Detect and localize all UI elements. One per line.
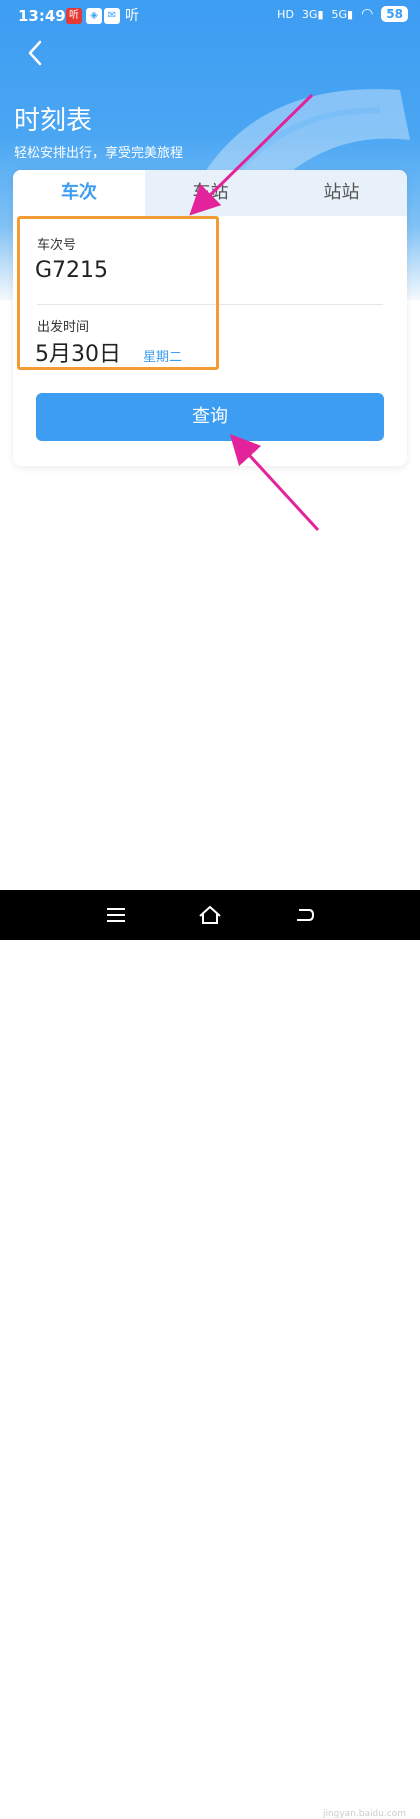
tab-bar: 车次 车站 站站 bbox=[13, 170, 407, 216]
app-notification-icon: ◈ bbox=[86, 8, 102, 24]
watermark-logo: Bai经验 bbox=[352, 1786, 410, 1805]
system-nav-bar: Bai经验 jingyan.baidu.com bbox=[0, 890, 420, 1819]
status-right: HD 3G▮ 5G▮ ◠ 58 bbox=[277, 6, 408, 22]
app-notification-icon: 听 bbox=[125, 8, 139, 24]
annotation-highlight-box bbox=[17, 216, 219, 370]
query-button[interactable]: 查询 bbox=[36, 393, 384, 441]
menu-icon[interactable] bbox=[103, 902, 129, 928]
home-icon[interactable] bbox=[197, 902, 223, 928]
hd-icon: HD bbox=[277, 7, 294, 21]
watermark-url: jingyan.baidu.com bbox=[322, 1809, 406, 1819]
tab-station-to-station[interactable]: 站站 bbox=[276, 170, 407, 216]
wifi-icon: ◠ bbox=[361, 6, 374, 22]
tab-train-number[interactable]: 车次 bbox=[13, 170, 145, 216]
signal-3g-icon: 3G▮ bbox=[301, 7, 324, 21]
status-bar: 13:49 听 ◈ ✉ 听 HD 3G▮ 5G▮ ◠ 58 bbox=[0, 0, 420, 32]
battery-indicator: 58 bbox=[381, 6, 408, 22]
back-icon[interactable] bbox=[22, 38, 52, 68]
signal-5g-icon: 5G▮ bbox=[331, 7, 354, 21]
back-nav-icon[interactable] bbox=[291, 902, 317, 928]
status-time: 13:49 bbox=[18, 7, 66, 25]
mail-icon: ✉ bbox=[104, 8, 120, 24]
tab-station[interactable]: 车站 bbox=[145, 170, 276, 216]
app-notification-icon: 听 bbox=[66, 8, 82, 24]
page-subtitle: 轻松安排出行，享受完美旅程 bbox=[14, 146, 184, 161]
page-title: 时刻表 bbox=[14, 106, 93, 136]
